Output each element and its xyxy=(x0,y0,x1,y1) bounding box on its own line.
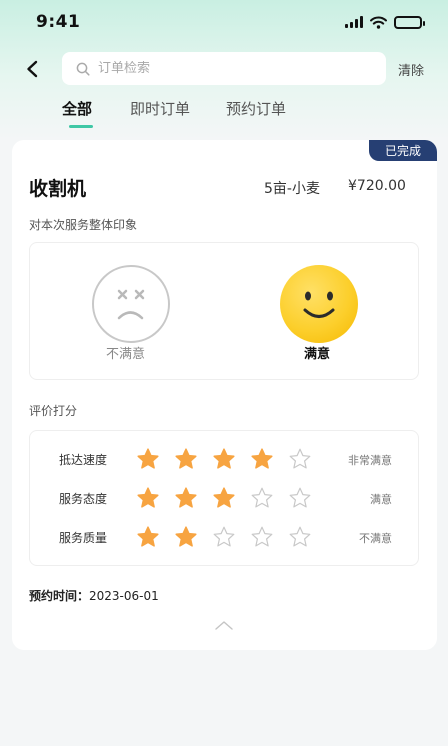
unsatisfied-option[interactable] xyxy=(92,265,170,343)
rating-text: 满意 xyxy=(370,493,392,506)
clear-button[interactable]: 清除 xyxy=(398,60,424,79)
tab-reserved-orders[interactable]: 预约订单 xyxy=(226,98,286,119)
rating-label: 服务态度 xyxy=(59,492,108,506)
star-empty-icon[interactable] xyxy=(212,525,236,549)
collapse-button[interactable] xyxy=(213,618,235,632)
back-button[interactable] xyxy=(20,57,44,81)
chevron-up-icon xyxy=(215,621,233,630)
battery-icon xyxy=(394,15,425,29)
appointment-label: 预约时间： xyxy=(29,589,90,603)
status-badge: 已完成 xyxy=(369,140,437,161)
machine-name: 收割机 xyxy=(29,178,87,200)
rating-row-service-quality: 服务质量 不满意 xyxy=(30,525,420,549)
happy-face-icon xyxy=(303,291,335,318)
cellular-signal-icon xyxy=(345,16,363,28)
star-filled-icon[interactable] xyxy=(174,525,198,549)
rating-text: 不满意 xyxy=(359,532,392,545)
star-filled-icon[interactable] xyxy=(174,447,198,471)
rating-text: 非常满意 xyxy=(348,454,392,467)
star-empty-icon[interactable] xyxy=(288,447,312,471)
star-filled-icon[interactable] xyxy=(212,486,236,510)
impression-box: 不满意 满意 xyxy=(29,242,419,380)
order-card: 已完成 收割机 5亩-小麦 ¥720.00 对本次服务整体印象 不满意 满意 评… xyxy=(12,140,437,650)
tab-all[interactable]: 全部 xyxy=(62,98,92,119)
search-icon xyxy=(76,62,90,76)
star-empty-icon[interactable] xyxy=(288,525,312,549)
star-filled-icon[interactable] xyxy=(174,486,198,510)
star-empty-icon[interactable] xyxy=(288,486,312,510)
star-empty-icon[interactable] xyxy=(250,486,274,510)
rating-label: 服务质量 xyxy=(59,531,108,545)
tab-instant-orders[interactable]: 即时订单 xyxy=(130,98,190,119)
star-empty-icon[interactable] xyxy=(250,525,274,549)
star-filled-icon[interactable] xyxy=(212,447,236,471)
rating-row-arrival-speed: 抵达速度 非常满意 xyxy=(30,447,420,471)
star-rating[interactable] xyxy=(136,525,312,549)
chevron-left-icon xyxy=(27,60,38,78)
rating-label: 抵达速度 xyxy=(59,453,108,467)
search-input[interactable] xyxy=(98,61,358,76)
order-tabs: 全部 即时订单 预约订单 xyxy=(0,98,448,132)
satisfied-label: 满意 xyxy=(304,347,331,362)
rating-section-label: 评价打分 xyxy=(29,404,78,418)
active-tab-indicator xyxy=(69,125,93,128)
appointment-time: 预约时间：2023-06-01 xyxy=(29,587,159,604)
search-box[interactable] xyxy=(62,52,386,85)
order-price: ¥720.00 xyxy=(348,178,406,194)
rating-box: 抵达速度 非常满意 服务态度 满意 服务质量 不满意 xyxy=(29,430,419,566)
star-filled-icon[interactable] xyxy=(250,447,274,471)
star-filled-icon[interactable] xyxy=(136,486,160,510)
appointment-value: 2023-06-01 xyxy=(89,589,159,603)
sad-face-icon xyxy=(117,289,145,320)
star-filled-icon[interactable] xyxy=(136,525,160,549)
search-row: 清除 xyxy=(0,52,448,86)
star-rating[interactable] xyxy=(136,486,312,510)
satisfied-option[interactable] xyxy=(280,265,358,343)
unsatisfied-label: 不满意 xyxy=(106,347,146,362)
wifi-icon xyxy=(370,16,387,29)
status-icons xyxy=(345,15,425,29)
rating-row-service-attitude: 服务态度 满意 xyxy=(30,486,420,510)
impression-section-label: 对本次服务整体印象 xyxy=(29,218,138,232)
order-spec: 5亩-小麦 xyxy=(264,181,320,197)
status-time: 9:41 xyxy=(36,12,81,32)
status-bar: 9:41 xyxy=(0,0,448,44)
star-rating[interactable] xyxy=(136,447,312,471)
star-filled-icon[interactable] xyxy=(136,447,160,471)
